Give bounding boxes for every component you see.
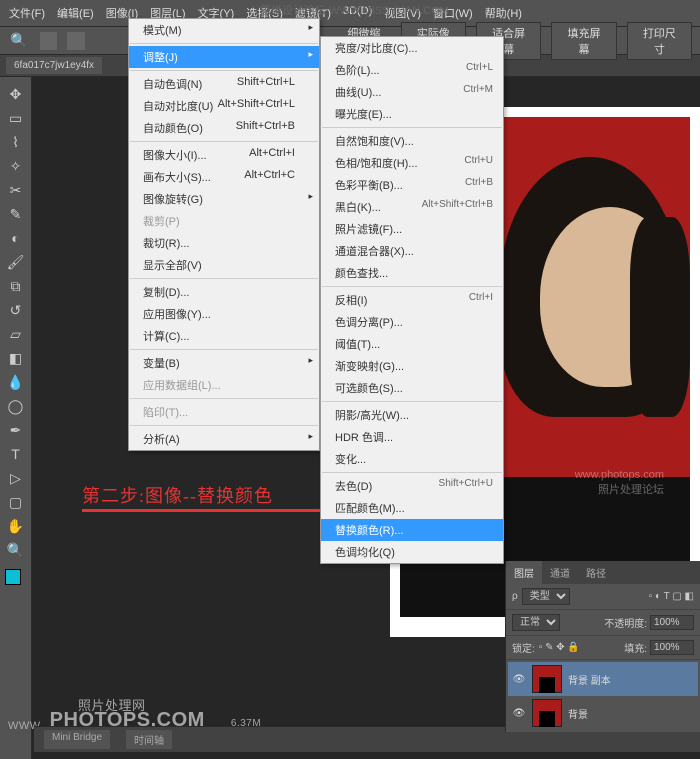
submenu-replace-color[interactable]: 替换颜色(R)... [321, 519, 503, 541]
menu-item-mode[interactable]: 模式(M) [129, 19, 319, 41]
submenu-equalize[interactable]: 色调均化(Q) [321, 541, 503, 563]
menu-item-crop: 裁剪(P) [129, 210, 319, 232]
menu-item-trap: 陷印(T)... [129, 401, 319, 423]
layer-row[interactable]: 👁 背景 副本 [508, 662, 698, 696]
submenu-channel-mixer[interactable]: 通道混合器(X)... [321, 240, 503, 262]
menu-item-trim[interactable]: 裁切(R)... [129, 232, 319, 254]
annotation-arrow-icon [82, 509, 352, 512]
visibility-icon[interactable]: 👁 [512, 706, 526, 720]
submenu-vibrance[interactable]: 自然饱和度(V)... [321, 130, 503, 152]
path-tool-icon[interactable]: ▷ [5, 467, 27, 489]
move-tool-icon[interactable]: ✥ [5, 83, 27, 105]
menu-item-adjustments[interactable]: 调整(J) [129, 46, 319, 68]
opacity-input[interactable] [650, 615, 694, 630]
submenu-color-lookup[interactable]: 颜色查找... [321, 262, 503, 284]
document-tab[interactable]: 6fa017c7jw1ey4fx [6, 57, 102, 74]
menu-item-canvas-size[interactable]: 画布大小(S)...Alt+Ctrl+C [129, 166, 319, 188]
submenu-photo-filter[interactable]: 照片滤镜(F)... [321, 218, 503, 240]
menu-item-auto-contrast[interactable]: 自动对比度(U)Alt+Shift+Ctrl+L [129, 95, 319, 117]
wand-tool-icon[interactable]: ✧ [5, 155, 27, 177]
menu-item-apply-dataset: 应用数据组(L)... [129, 374, 319, 396]
shape-tool-icon[interactable]: ▢ [5, 491, 27, 513]
layer-name: 背景 副本 [568, 672, 611, 687]
submenu-gradient-map[interactable]: 渐变映射(G)... [321, 355, 503, 377]
submenu-brightness[interactable]: 亮度/对比度(C)... [321, 37, 503, 59]
submenu-color-balance[interactable]: 色彩平衡(B)...Ctrl+B [321, 174, 503, 196]
menu-item-calculations[interactable]: 计算(C)... [129, 325, 319, 347]
photo-watermark: www.photops.com 照片处理论坛 [575, 469, 664, 497]
submenu-shadows[interactable]: 阴影/高光(W)... [321, 404, 503, 426]
history-brush-tool-icon[interactable]: ↺ [5, 299, 27, 321]
layer-thumbnail [532, 699, 562, 727]
menu-item-analysis[interactable]: 分析(A) [129, 428, 319, 450]
menu-file[interactable]: 文件(F) [4, 3, 50, 23]
tab-paths[interactable]: 路径 [578, 561, 614, 584]
submenu-hue[interactable]: 色相/饱和度(H)...Ctrl+U [321, 152, 503, 174]
stamp-tool-icon[interactable]: ⧉ [5, 275, 27, 297]
layer-filter-select[interactable]: 类型 [522, 588, 570, 605]
tab-mini-bridge[interactable]: Mini Bridge [44, 730, 110, 749]
blend-mode-select[interactable]: 正常 [512, 614, 560, 631]
gradient-tool-icon[interactable]: ◧ [5, 347, 27, 369]
type-tool-icon[interactable]: T [5, 443, 27, 465]
crop-tool-icon[interactable]: ✂ [5, 179, 27, 201]
lasso-tool-icon[interactable]: ⌇ [5, 131, 27, 153]
submenu-invert[interactable]: 反相(I)Ctrl+I [321, 289, 503, 311]
menu-item-variables[interactable]: 变量(B) [129, 352, 319, 374]
dodge-tool-icon[interactable]: ◯ [5, 395, 27, 417]
menu-item-reveal-all[interactable]: 显示全部(V) [129, 254, 319, 276]
submenu-match-color[interactable]: 匹配颜色(M)... [321, 497, 503, 519]
menu-edit[interactable]: 编辑(E) [52, 3, 99, 23]
submenu-bw[interactable]: 黑白(K)...Alt+Shift+Ctrl+B [321, 196, 503, 218]
tab-channels[interactable]: 通道 [542, 561, 578, 584]
healing-tool-icon[interactable]: ◐ [5, 227, 27, 249]
layer-thumbnail [532, 665, 562, 693]
zoom-tool-icon[interactable]: 🔍 [5, 539, 27, 561]
submenu-threshold[interactable]: 阈值(T)... [321, 333, 503, 355]
step-annotation: 第二步:图像--替换颜色 [82, 482, 273, 508]
hand-tool-icon[interactable]: ✋ [5, 515, 27, 537]
pen-tool-icon[interactable]: ✒ [5, 419, 27, 441]
fill-input[interactable] [650, 640, 694, 655]
blur-tool-icon[interactable]: 💧 [5, 371, 27, 393]
visibility-icon[interactable]: 👁 [512, 672, 526, 686]
adjustments-submenu: 亮度/对比度(C)... 色阶(L)...Ctrl+L 曲线(U)...Ctrl… [320, 36, 504, 564]
submenu-posterize[interactable]: 色调分离(P)... [321, 311, 503, 333]
header-watermark: 思缘设计论坛 WWW.MISSYUAN.COM [260, 2, 449, 18]
brush-tool-icon[interactable]: 🖌 [5, 251, 27, 273]
submenu-variations[interactable]: 变化... [321, 448, 503, 470]
fill-screen-button[interactable]: 填充屏幕 [551, 22, 616, 60]
tab-layers[interactable]: 图层 [506, 561, 542, 584]
submenu-selective-color[interactable]: 可选颜色(S)... [321, 377, 503, 399]
zoom-out-icon[interactable] [67, 32, 85, 50]
layer-name: 背景 [568, 706, 588, 721]
submenu-hdr[interactable]: HDR 色调... [321, 426, 503, 448]
menu-item-image-rotation[interactable]: 图像旋转(G) [129, 188, 319, 210]
eyedropper-tool-icon[interactable]: ✎ [5, 203, 27, 225]
menu-item-auto-color[interactable]: 自动颜色(O)Shift+Ctrl+B [129, 117, 319, 139]
image-menu-dropdown: 模式(M) 调整(J) 自动色调(N)Shift+Ctrl+L 自动对比度(U)… [128, 18, 320, 451]
zoom-in-icon[interactable] [40, 32, 58, 50]
zoom-tool-icon: 🔍 [8, 30, 30, 52]
menu-help[interactable]: 帮助(H) [480, 3, 527, 23]
menu-item-apply-image[interactable]: 应用图像(Y)... [129, 303, 319, 325]
print-size-button[interactable]: 打印尺寸 [627, 22, 692, 60]
submenu-levels[interactable]: 色阶(L)...Ctrl+L [321, 59, 503, 81]
submenu-exposure[interactable]: 曝光度(E)... [321, 103, 503, 125]
marquee-tool-icon[interactable]: ▭ [5, 107, 27, 129]
layer-row[interactable]: 👁 背景 [508, 696, 698, 730]
eraser-tool-icon[interactable]: ▱ [5, 323, 27, 345]
menu-item-auto-tone[interactable]: 自动色调(N)Shift+Ctrl+L [129, 73, 319, 95]
menu-item-duplicate[interactable]: 复制(D)... [129, 281, 319, 303]
tools-panel: ✥ ▭ ⌇ ✧ ✂ ✎ ◐ 🖌 ⧉ ↺ ▱ ◧ 💧 ◯ ✒ T ▷ ▢ ✋ 🔍 [0, 77, 32, 759]
submenu-curves[interactable]: 曲线(U)...Ctrl+M [321, 81, 503, 103]
submenu-desaturate[interactable]: 去色(D)Shift+Ctrl+U [321, 475, 503, 497]
color-swatches[interactable] [5, 569, 27, 591]
menu-item-image-size[interactable]: 图像大小(I)...Alt+Ctrl+I [129, 144, 319, 166]
tab-timeline[interactable]: 时间轴 [126, 730, 172, 749]
layers-panel: 图层 通道 路径 ρ类型 ▫ ◐ T ▢ ◧ 正常 不透明度: 锁定:▫ ✎ ✥… [505, 561, 700, 732]
